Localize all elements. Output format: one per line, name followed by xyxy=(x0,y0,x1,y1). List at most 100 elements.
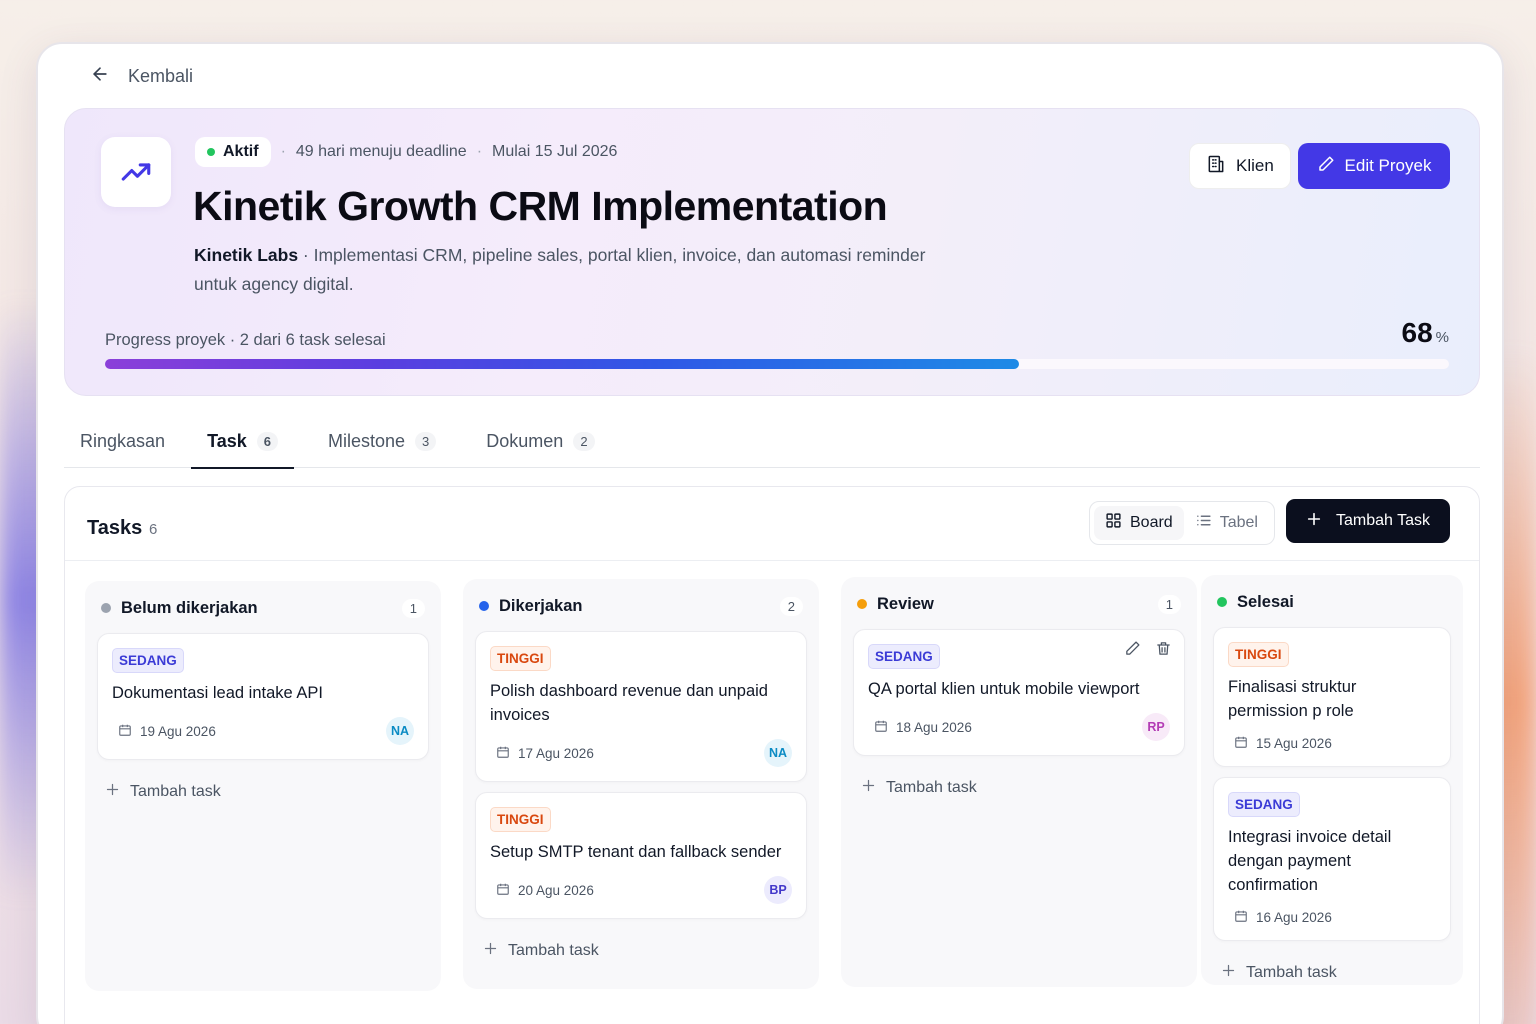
card-actions xyxy=(1124,640,1172,662)
board-column-done: Selesai TINGGI Finalisasi struktur permi… xyxy=(1201,575,1463,985)
add-task-button[interactable]: Tambah Task xyxy=(1286,499,1450,543)
task-title: Integrasi invoice detail dengan payment … xyxy=(1228,828,1392,894)
add-task-inline[interactable]: Tambah task xyxy=(1213,941,1451,989)
calendar-icon xyxy=(874,719,888,736)
tasks-panel: Tasks 6 Board Tabel Tambah Task Belum di… xyxy=(64,486,1480,1024)
page-title: Kinetik Growth CRM Implementation xyxy=(193,183,888,229)
column-header: Dikerjakan 2 xyxy=(475,591,807,621)
tab-task[interactable]: Task 6 xyxy=(191,414,294,469)
task-due-date: 18 Agu 2026 xyxy=(896,719,972,735)
task-due-date: 17 Agu 2026 xyxy=(518,745,594,761)
column-count: 1 xyxy=(1157,594,1181,614)
progress-value: 68% xyxy=(1402,317,1450,349)
priority-badge: TINGGI xyxy=(490,646,551,671)
trash-icon[interactable] xyxy=(1155,640,1172,662)
tab-count: 3 xyxy=(415,431,437,451)
back-link[interactable]: Kembali xyxy=(90,64,193,89)
plus-icon xyxy=(105,782,120,802)
board-column-review: Review 1 SEDANG QA portal klien untuk mo… xyxy=(841,577,1197,987)
pencil-icon[interactable] xyxy=(1124,640,1141,662)
add-task-inline[interactable]: Tambah task xyxy=(853,756,1185,804)
task-title: Dokumentasi lead intake API xyxy=(112,684,323,702)
priority-badge: TINGGI xyxy=(490,807,551,832)
column-title: Selesai xyxy=(1237,592,1294,611)
arrow-left-icon xyxy=(90,64,110,89)
progress-bar xyxy=(105,359,1449,369)
task-title: Finalisasi struktur permission p role xyxy=(1228,678,1357,720)
tab-label: Milestone xyxy=(328,430,406,451)
task-footer: 20 Agu 2026 BP xyxy=(490,876,792,904)
add-task-inline-label: Tambah task xyxy=(130,783,221,800)
task-card[interactable]: TINGGI Polish dashboard revenue dan unpa… xyxy=(475,631,807,782)
edit-project-button[interactable]: Edit Proyek xyxy=(1298,143,1450,189)
board-column-todo: Belum dikerjakan 1 SEDANG Dokumentasi le… xyxy=(85,581,441,991)
task-due-date: 16 Agu 2026 xyxy=(1256,910,1332,925)
priority-badge: TINGGI xyxy=(1228,642,1289,667)
column-header: Belum dikerjakan 1 xyxy=(97,593,429,623)
meta-separator: · xyxy=(476,143,483,160)
add-task-inline-label: Tambah task xyxy=(508,942,599,959)
plus-icon xyxy=(861,778,876,798)
list-icon xyxy=(1195,512,1212,534)
priority-badge: SEDANG xyxy=(868,644,940,669)
edit-project-label: Edit Proyek xyxy=(1344,156,1432,175)
add-task-inline[interactable]: Tambah task xyxy=(475,919,807,967)
status-label: Aktif xyxy=(223,143,259,160)
tab-count: 6 xyxy=(256,431,278,451)
task-footer: 15 Agu 2026 xyxy=(1228,735,1436,752)
project-meta: Aktif · 49 hari menuju deadline · Mulai … xyxy=(195,137,617,167)
add-task-inline[interactable]: Tambah task xyxy=(97,760,429,808)
view-table-button[interactable]: Tabel xyxy=(1184,506,1269,540)
column-title: Dikerjakan xyxy=(499,596,583,615)
start-date-text: Mulai 15 Jul 2026 xyxy=(492,143,618,160)
progress-bar-fill xyxy=(105,359,1019,369)
deadline-text: 49 hari menuju deadline xyxy=(295,143,467,160)
task-card[interactable]: SEDANG Dokumentasi lead intake API 19 Ag… xyxy=(97,633,429,760)
column-count: 1 xyxy=(401,598,425,618)
calendar-icon xyxy=(496,882,510,899)
building-icon xyxy=(1206,154,1226,179)
tab-count: 2 xyxy=(573,431,595,451)
column-title: Belum dikerjakan xyxy=(121,598,258,617)
plus-icon xyxy=(483,941,498,961)
view-toggle: Board Tabel xyxy=(1089,501,1275,545)
description-text: · Implementasi CRM, pipeline sales, port… xyxy=(194,245,926,294)
task-card[interactable]: TINGGI Setup SMTP tenant dan fallback se… xyxy=(475,792,807,919)
project-description: Kinetik Labs · Implementasi CRM, pipelin… xyxy=(194,241,964,299)
task-footer: 19 Agu 2026 NA xyxy=(112,717,414,745)
project-tabs: Ringkasan Task 6 Milestone 3 Dokumen 2 xyxy=(64,414,1480,469)
task-card[interactable]: SEDANG Integrasi invoice detail dengan p… xyxy=(1213,777,1451,941)
avatar: NA xyxy=(764,739,792,767)
column-title: Review xyxy=(877,594,934,613)
tab-label: Dokumen xyxy=(486,430,564,451)
client-name: Kinetik Labs xyxy=(194,245,299,265)
status-dot-icon xyxy=(1217,597,1227,607)
back-label: Kembali xyxy=(128,66,194,86)
task-title: Polish dashboard revenue dan unpaid invo… xyxy=(490,682,768,724)
tasks-title: Tasks xyxy=(87,517,143,539)
task-due-date: 15 Agu 2026 xyxy=(1256,736,1332,751)
priority-badge: SEDANG xyxy=(112,648,184,673)
tab-dokumen[interactable]: Dokumen 2 xyxy=(470,414,610,468)
column-count: 2 xyxy=(779,596,803,616)
column-header: Selesai xyxy=(1213,587,1451,617)
task-title: QA portal klien untuk mobile viewport xyxy=(868,680,1140,698)
task-card[interactable]: SEDANG QA portal klien untuk mobile view… xyxy=(853,629,1185,756)
view-board-button[interactable]: Board xyxy=(1094,506,1184,540)
plus-icon xyxy=(1221,963,1236,983)
status-dot-icon xyxy=(857,599,867,609)
add-task-label: Tambah Task xyxy=(1336,512,1430,529)
tab-label: Task xyxy=(207,430,247,451)
calendar-icon xyxy=(496,745,510,762)
tab-milestone[interactable]: Milestone 3 xyxy=(312,414,452,468)
pencil-icon xyxy=(1317,155,1335,178)
task-card[interactable]: TINGGI Finalisasi struktur permission p … xyxy=(1213,627,1451,767)
status-dot-icon xyxy=(207,148,215,156)
grid-icon xyxy=(1105,512,1122,534)
tab-ringkasan[interactable]: Ringkasan xyxy=(64,414,181,468)
task-due-date: 20 Agu 2026 xyxy=(518,882,594,898)
priority-badge: SEDANG xyxy=(1228,792,1300,817)
client-button[interactable]: Klien xyxy=(1189,143,1291,189)
progress-unit: % xyxy=(1435,329,1449,346)
task-title: Setup SMTP tenant dan fallback sender xyxy=(490,843,782,861)
